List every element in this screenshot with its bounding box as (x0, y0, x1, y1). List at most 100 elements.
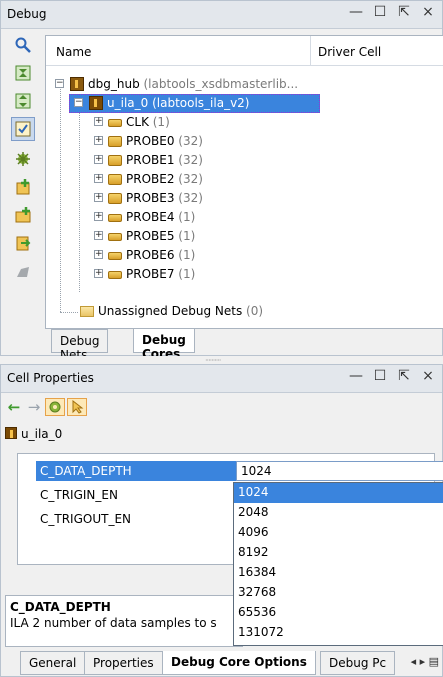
object-name: u_ila_0 (21, 427, 63, 441)
debug-window-controls: — ☐ ⇱ × (348, 4, 436, 20)
expand-toggle[interactable]: + (94, 231, 103, 240)
collapse-toggle[interactable]: − (74, 98, 83, 107)
tab-debug-ports[interactable]: Debug Pc (320, 651, 396, 675)
maximize-icon[interactable]: ☐ (372, 4, 388, 20)
cell-window-controls: — ☐ ⇱ × (348, 368, 436, 384)
expand-toggle[interactable]: + (94, 269, 103, 278)
tree-row-probe[interactable]: + CLK (1) (46, 113, 443, 132)
probe-label: PROBE2 (126, 172, 175, 186)
close-icon[interactable]: × (420, 368, 436, 384)
tree-row-probe[interactable]: + PROBE2 (32) (46, 170, 443, 189)
property-value-select[interactable]: 1024 ▼ (236, 461, 443, 481)
probe-label: PROBE6 (126, 248, 175, 262)
probe-label: PROBE5 (126, 229, 175, 243)
bus-icon (108, 155, 122, 166)
export-icon[interactable] (13, 233, 33, 253)
ila-type: (labtools_ila_v2) (148, 96, 250, 110)
debug-panel: Debug — ☐ ⇱ × Name Driver Cell − dbg_hub… (0, 0, 443, 362)
tree-row-probe[interactable]: + PROBE3 (32) (46, 189, 443, 208)
debug-tree[interactable]: Name Driver Cell − dbg_hub (labtools_xsd… (45, 35, 443, 329)
expand-all-icon[interactable] (13, 91, 33, 111)
ila-label: u_ila_0 (107, 96, 149, 110)
unassigned-label: Unassigned Debug Nets (98, 304, 243, 318)
net-icon (108, 119, 122, 127)
dropdown-option[interactable]: 2048 (234, 503, 443, 523)
probe-label: CLK (126, 115, 149, 129)
dropdown-option[interactable]: 32768 (234, 583, 443, 603)
debug-panel-title: Debug (7, 7, 47, 21)
tree-row-probe[interactable]: + PROBE7 (1) (46, 265, 443, 284)
expand-toggle[interactable]: + (94, 117, 103, 126)
add-probe-icon[interactable] (13, 177, 33, 197)
probe-count: (1) (174, 248, 196, 262)
data-depth-dropdown-list[interactable]: 1024 2048 4096 8192 16384 32768 65536 13… (233, 482, 443, 646)
tab-scroll-arrows[interactable]: ◂ ▸ ▤ (411, 655, 439, 668)
probe-count: (32) (174, 134, 203, 148)
probe-count: (32) (174, 191, 203, 205)
collapse-all-icon[interactable] (13, 63, 33, 83)
net-icon (108, 252, 122, 260)
add-core-icon[interactable] (13, 205, 33, 225)
gear-icon[interactable] (45, 398, 65, 416)
search-icon[interactable] (13, 35, 33, 55)
expand-toggle[interactable]: + (94, 212, 103, 221)
description-title: C_DATA_DEPTH (10, 600, 111, 614)
run-icon[interactable] (13, 149, 33, 169)
dropdown-option[interactable]: 16384 (234, 563, 443, 583)
dropdown-option[interactable]: 65536 (234, 603, 443, 623)
panel-splitter[interactable]: ·········· (0, 356, 443, 365)
tree-row-unassigned-nets[interactable]: Unassigned Debug Nets (0) (46, 302, 443, 321)
tab-debug-nets[interactable]: Debug Nets (51, 329, 109, 362)
unassigned-count: (0) (242, 304, 264, 318)
expand-toggle[interactable]: + (94, 136, 103, 145)
pointer-icon[interactable] (67, 398, 87, 416)
collapse-toggle[interactable]: − (55, 79, 64, 88)
property-row[interactable]: C_DATA_DEPTH 1024 ▼ (18, 460, 443, 482)
float-icon[interactable]: ⇱ (396, 4, 412, 20)
expand-toggle[interactable]: + (94, 155, 103, 164)
dropdown-option[interactable]: 4096 (234, 523, 443, 543)
tree-row-probe[interactable]: + PROBE6 (1) (46, 246, 443, 265)
dbg-hub-type: (labtools_xsdbmasterlib... (139, 77, 299, 91)
dropdown-option[interactable]: 8192 (234, 543, 443, 563)
tree-row-probe[interactable]: + PROBE5 (1) (46, 227, 443, 246)
tree-row-probe[interactable]: + PROBE0 (32) (46, 132, 443, 151)
maximize-icon[interactable]: ☐ (372, 368, 388, 384)
ila-core-icon (5, 427, 17, 439)
tree-row-dbg-hub[interactable]: − dbg_hub (labtools_xsdbmasterlib... (46, 75, 443, 94)
tab-debug-cores[interactable]: Debug Cores (133, 329, 195, 361)
column-name[interactable]: Name (56, 45, 91, 59)
float-icon[interactable]: ⇱ (396, 368, 412, 384)
dbg-hub-label: dbg_hub (88, 77, 140, 91)
column-separator[interactable] (310, 36, 311, 66)
expand-toggle[interactable]: + (94, 193, 103, 202)
column-driver-cell[interactable]: Driver Cell (318, 45, 381, 59)
minimize-icon[interactable]: — (348, 368, 364, 384)
tab-properties[interactable]: Properties (84, 651, 163, 675)
probe-label: PROBE7 (126, 267, 175, 281)
probe-count: (32) (174, 153, 203, 167)
tree-column-header: Name Driver Cell (46, 36, 443, 66)
minimize-icon[interactable]: — (348, 4, 364, 20)
forward-icon[interactable]: → (25, 398, 43, 416)
dropdown-option[interactable]: 131072 (234, 623, 443, 643)
dropdown-option[interactable]: 1024 (234, 483, 443, 503)
remove-icon[interactable] (13, 261, 33, 281)
property-description: C_DATA_DEPTH ILA 2 number of data sample… (5, 595, 243, 647)
property-value: 1024 (241, 464, 272, 478)
close-icon[interactable]: × (420, 4, 436, 20)
net-icon (108, 271, 122, 279)
tab-general[interactable]: General (20, 651, 86, 675)
tree-row-u-ila-0[interactable]: − u_ila_0 (labtools_ila_v2) (46, 94, 443, 113)
probe-label: PROBE4 (126, 210, 175, 224)
tab-debug-core-options[interactable]: Debug Core Options (162, 651, 316, 675)
expand-toggle[interactable]: + (94, 174, 103, 183)
tree-row-probe[interactable]: + PROBE4 (1) (46, 208, 443, 227)
tree-row-probe[interactable]: + PROBE1 (32) (46, 151, 443, 170)
bus-icon (108, 193, 122, 204)
expand-toggle[interactable]: + (94, 250, 103, 259)
select-icon[interactable] (11, 117, 35, 141)
net-icon (108, 214, 122, 222)
back-icon[interactable]: ← (5, 398, 23, 416)
cell-panel-title: Cell Properties (7, 371, 94, 385)
